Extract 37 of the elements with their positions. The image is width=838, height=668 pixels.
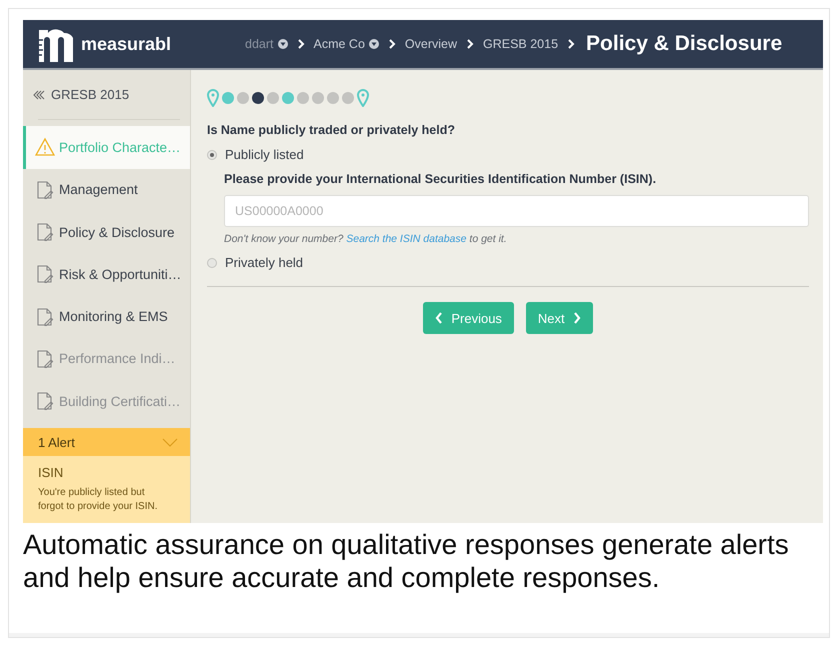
caption: Automatic assurance on qualitative responses generate alerts and help ensure accurate and complete responses. xyxy=(23,528,790,594)
double-chevron-left-icon xyxy=(33,90,45,100)
sidebar-item[interactable]: Management xyxy=(23,168,190,211)
field-label: Please provide your International Securities Identification Number (ISIN). xyxy=(224,172,658,186)
breadcrumb-link[interactable]: GRESB 2015 xyxy=(483,37,558,51)
sidebar-item[interactable]: Policy & Disclosure xyxy=(23,210,190,254)
back-link[interactable]: GRESB 2015 xyxy=(23,70,190,120)
chevron-right-icon xyxy=(388,39,396,49)
document-icon xyxy=(35,391,55,412)
document-icon xyxy=(35,180,55,200)
radio-option[interactable]: Privately held xyxy=(207,255,809,270)
breadcrumb-link[interactable]: Overview xyxy=(404,37,457,51)
alert-header[interactable]: 1 Alert xyxy=(23,428,190,456)
breadcrumb-link[interactable]: Acme Co xyxy=(314,37,379,51)
dropdown-icon xyxy=(368,39,379,49)
warning-icon xyxy=(35,137,55,158)
isin-input-field[interactable]: US00000A0000 xyxy=(224,195,809,227)
logo-text: measurabl xyxy=(81,34,172,54)
chevron-right-icon xyxy=(296,39,304,49)
document-icon xyxy=(35,264,55,284)
document-icon xyxy=(35,306,55,327)
radio-option[interactable]: Publicly listed xyxy=(207,147,809,162)
chevron-right-icon xyxy=(572,312,581,324)
document-icon xyxy=(35,348,55,369)
chevron-right-icon xyxy=(466,39,474,49)
alert-field: ISIN xyxy=(38,465,160,480)
breadcrumb-link[interactable]: ddart xyxy=(245,37,288,51)
page-title: Policy & Disclosure xyxy=(586,32,782,56)
sidebar-item[interactable]: Risk & Opportuniti… xyxy=(23,253,190,296)
alert-message: You're publicly listed but forgot to provide your ISIN. xyxy=(38,486,159,514)
document-icon xyxy=(35,222,55,242)
question-text: Is Name publicly traded or privately held? xyxy=(207,123,456,137)
sidebar-item[interactable]: Monitoring & EMS xyxy=(23,296,190,338)
dropdown-icon xyxy=(278,39,288,49)
chevron-left-icon xyxy=(435,312,444,324)
help-text: Don't know your number? Search the ISIN database to get it. xyxy=(224,233,508,245)
chevron-right-icon xyxy=(567,39,576,49)
